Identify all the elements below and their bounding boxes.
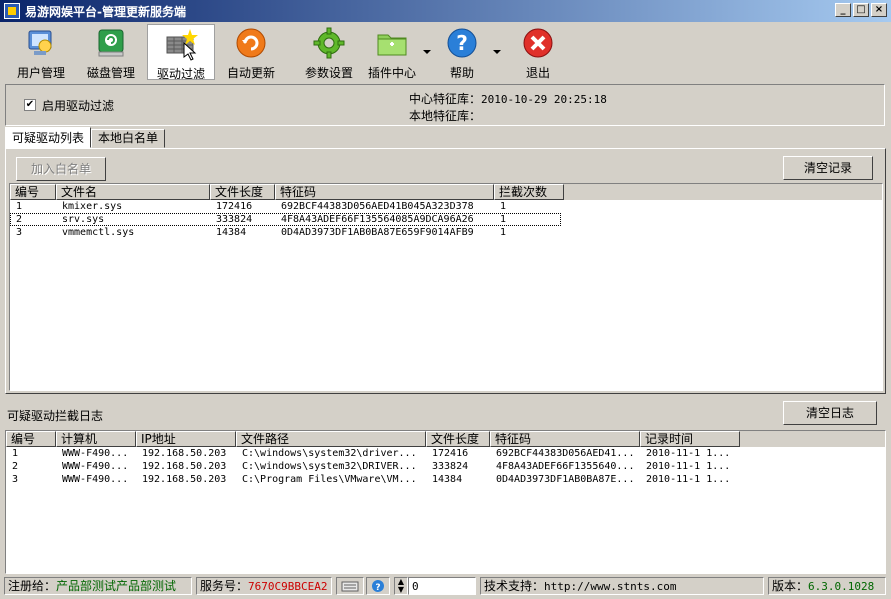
toolbar-settings[interactable]: 参数设置 bbox=[300, 24, 358, 80]
toolbar-disk-management[interactable]: 磁盘管理 bbox=[82, 24, 140, 80]
maximize-button[interactable]: □ bbox=[853, 3, 869, 17]
toolbar-help[interactable]: ? 帮助 bbox=[440, 24, 484, 80]
keyboard-icon[interactable] bbox=[336, 577, 364, 595]
tab-local-whitelist[interactable]: 本地白名单 bbox=[91, 129, 166, 148]
driver-filter-icon bbox=[164, 27, 198, 61]
log-col-file-path[interactable]: 文件路径 bbox=[236, 431, 426, 447]
app-icon bbox=[4, 3, 20, 19]
enable-filter-label: 启用驱动过滤 bbox=[42, 99, 115, 113]
toolbar-auto-update[interactable]: 自动更新 bbox=[222, 24, 280, 80]
service-number-value: 7670C9BBCEA2 bbox=[248, 580, 328, 593]
status-bar: 注册给：产品部测试产品部测试 服务号：7670C9BBCEA2 ? ▲ ▼ 0 技… bbox=[0, 575, 891, 599]
center-lib-value: 2010-10-29 20:25:18 bbox=[481, 93, 607, 106]
enable-filter-checkbox[interactable]: ✔ bbox=[24, 99, 36, 111]
log-col-computer[interactable]: 计算机 bbox=[56, 431, 136, 447]
log-list-header: 编号 计算机 IP地址 文件路径 文件长度 特征码 记录时间 bbox=[6, 431, 885, 447]
intercept-log-list[interactable]: 编号 计算机 IP地址 文件路径 文件长度 特征码 记录时间 1 WWW-F49… bbox=[5, 430, 886, 574]
table-row[interactable]: 3 WWW-F490... 192.168.50.203 C:\Program … bbox=[6, 473, 885, 486]
log-col-number[interactable]: 编号 bbox=[6, 431, 56, 447]
user-management-icon bbox=[24, 26, 58, 60]
table-row[interactable]: 1 kmixer.sys 172416 692BCF44383D056AED41… bbox=[10, 200, 882, 213]
disk-management-icon bbox=[94, 26, 128, 60]
col-number[interactable]: 编号 bbox=[10, 184, 56, 200]
table-row[interactable]: 1 WWW-F490... 192.168.50.203 C:\windows\… bbox=[6, 447, 885, 460]
add-to-whitelist-button[interactable]: 加入白名单 bbox=[16, 157, 106, 181]
main-toolbar: 用户管理 磁盘管理 驱动过滤 自动更新 参数设置 插件中心 ? 帮助 退出 bbox=[0, 22, 891, 82]
close-window-button[interactable]: × bbox=[871, 3, 887, 17]
log-col-record-time[interactable]: 记录时间 bbox=[640, 431, 740, 447]
log-col-file-length[interactable]: 文件长度 bbox=[426, 431, 490, 447]
suspect-list-header: 编号 文件名 文件长度 特征码 拦截次数 bbox=[10, 184, 882, 200]
status-help-icon[interactable]: ? bbox=[366, 577, 390, 595]
registered-to-cell: 注册给：产品部测试产品部测试 bbox=[4, 577, 192, 595]
service-number-cell: 服务号：7670C9BBCEA2 bbox=[196, 577, 332, 595]
help-dropdown-icon[interactable] bbox=[493, 50, 501, 54]
col-block-count[interactable]: 拦截次数 bbox=[494, 184, 564, 200]
toolbar-driver-filter[interactable]: 驱动过滤 bbox=[147, 24, 215, 81]
tab-strip: 可疑驱动列表 本地白名单 bbox=[5, 127, 166, 148]
minimize-button[interactable]: _ bbox=[835, 3, 851, 17]
table-row[interactable]: 2 WWW-F490... 192.168.50.203 C:\windows\… bbox=[6, 460, 885, 473]
col-filename[interactable]: 文件名 bbox=[56, 184, 210, 200]
settings-gear-icon bbox=[312, 26, 346, 60]
spin-value-field[interactable]: 0 bbox=[408, 577, 476, 595]
auto-update-icon bbox=[234, 26, 268, 60]
version-cell: 版本：6.3.0.1028 bbox=[768, 577, 886, 595]
registered-to-value: 产品部测试产品部测试 bbox=[56, 579, 177, 593]
plugin-center-dropdown-icon[interactable] bbox=[423, 50, 431, 54]
table-row[interactable]: 3 vmmemctl.sys 14384 0D4AD3973DF1AB0BA87… bbox=[10, 226, 882, 239]
spin-arrows-icon[interactable]: ▲ ▼ bbox=[394, 577, 408, 595]
local-lib-label: 本地特征库： bbox=[409, 109, 482, 123]
plugin-folder-icon bbox=[375, 26, 409, 60]
svg-text:?: ? bbox=[375, 583, 380, 593]
svg-text:?: ? bbox=[456, 31, 468, 55]
filter-info-panel: ✔ 启用驱动过滤 中心特征库：2010-10-29 20:25:18 本地特征库… bbox=[5, 84, 885, 126]
suspect-driver-list[interactable]: 编号 文件名 文件长度 特征码 拦截次数 1 kmixer.sys 172416… bbox=[9, 183, 883, 391]
title-bar: 易游网娱平台-管理更新服务端 _ □ × bbox=[0, 0, 891, 22]
help-icon: ? bbox=[445, 26, 479, 60]
col-file-length[interactable]: 文件长度 bbox=[210, 184, 275, 200]
log-col-ip[interactable]: IP地址 bbox=[136, 431, 236, 447]
toolbar-exit[interactable]: 退出 bbox=[514, 24, 562, 80]
center-lib-label: 中心特征库： bbox=[409, 92, 482, 106]
tech-support-url[interactable]: http://www.stnts.com bbox=[544, 580, 676, 593]
tech-support-cell: 技术支持：http://www.stnts.com bbox=[480, 577, 764, 595]
version-value: 6.3.0.1028 bbox=[808, 580, 875, 593]
tab-suspect-driver-list[interactable]: 可疑驱动列表 bbox=[5, 127, 92, 148]
toolbar-user-management[interactable]: 用户管理 bbox=[10, 24, 72, 80]
exit-icon bbox=[521, 26, 555, 60]
col-signature[interactable]: 特征码 bbox=[275, 184, 494, 200]
log-section-title: 可疑驱动拦截日志 bbox=[7, 409, 104, 423]
toolbar-plugin-center[interactable]: 插件中心 bbox=[364, 24, 420, 80]
log-col-signature[interactable]: 特征码 bbox=[490, 431, 640, 447]
window-title: 易游网娱平台-管理更新服务端 bbox=[25, 4, 186, 19]
table-row[interactable]: 2 srv.sys 333824 4F8A43ADEF66F135564085A… bbox=[10, 213, 561, 226]
clear-records-button[interactable]: 清空记录 bbox=[783, 156, 873, 180]
clear-log-button[interactable]: 清空日志 bbox=[783, 401, 877, 425]
suspect-list-panel: 加入白名单 清空记录 编号 文件名 文件长度 特征码 拦截次数 1 kmixer… bbox=[5, 148, 886, 394]
